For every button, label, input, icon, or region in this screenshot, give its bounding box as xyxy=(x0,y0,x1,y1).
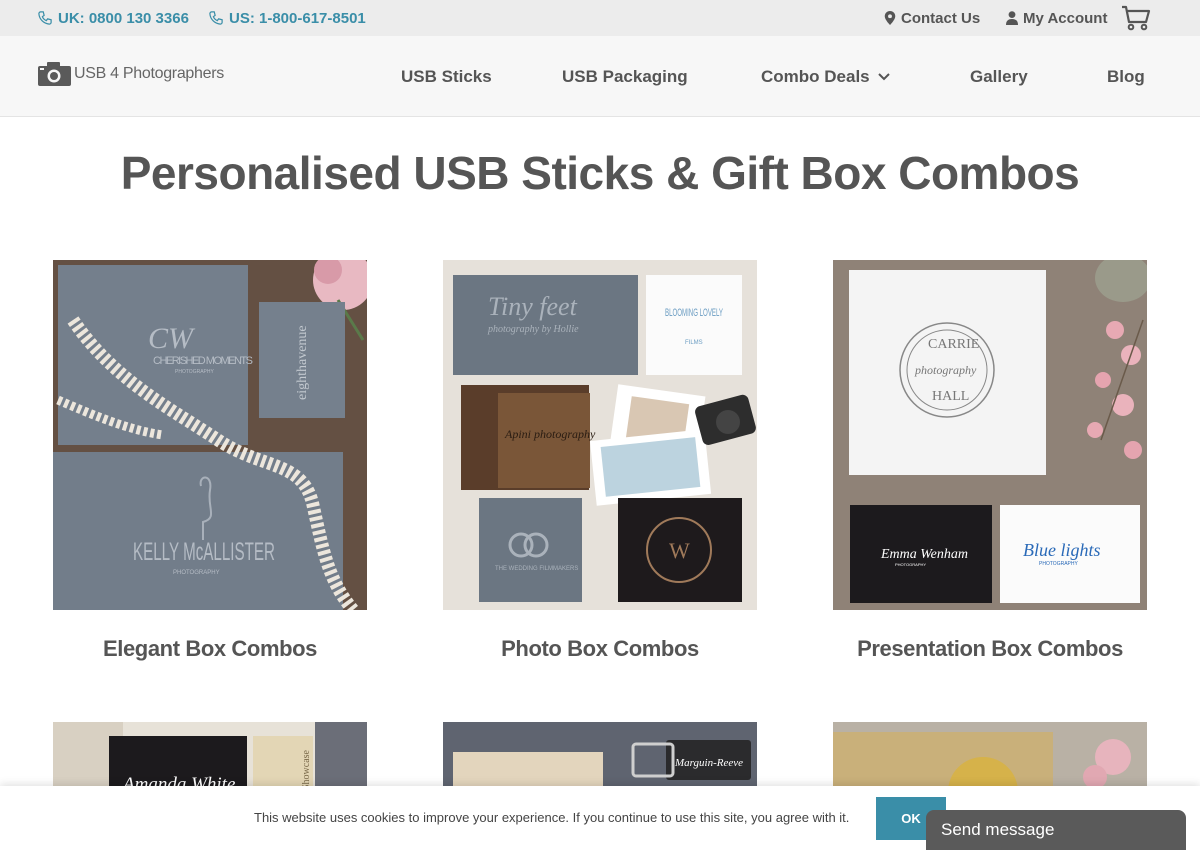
img-text-blue-lights: Blue lights xyxy=(1023,540,1101,560)
img-text-photography-4: PHOTOGRAPHY xyxy=(895,562,926,567)
img-text-marguin: Marguin-Reeve xyxy=(674,757,743,769)
my-account-link[interactable]: My Account xyxy=(1006,0,1107,36)
product-image-elegant[interactable]: CW CHERISHED MOMENTS PHOTOGRAPHY eightha… xyxy=(53,260,367,610)
phone-us-label: US: 1-800-617-8501 xyxy=(229,9,366,27)
phone-us-link[interactable]: US: 1-800-617-8501 xyxy=(209,0,366,36)
my-account-label: My Account xyxy=(1023,9,1108,27)
camera-icon xyxy=(38,62,71,86)
contact-us-label: Contact Us xyxy=(901,9,981,27)
img-text-carrie: CARRIE xyxy=(928,337,979,352)
phone-uk-label: UK: 0800 130 3366 xyxy=(58,9,189,27)
phone-icon xyxy=(38,11,52,25)
nav-combo-deals[interactable]: Combo Deals xyxy=(761,36,890,117)
img-text-hollie: photography by Hollie xyxy=(487,324,579,335)
page-title: Personalised USB Sticks & Gift Box Combo… xyxy=(120,147,1080,199)
product-card-photo[interactable]: Tiny feet photography by Hollie BLOOMING… xyxy=(443,260,757,662)
product-card-presentation[interactable]: CARRIE photography HALL Emma Wenham PHOT… xyxy=(833,260,1147,662)
nav-gallery[interactable]: Gallery xyxy=(970,36,1028,117)
img-text-photography-5: PHOTOGRAPHY xyxy=(1039,561,1078,567)
contact-us-link[interactable]: Contact Us xyxy=(884,0,980,36)
cookie-message: This website uses cookies to improve you… xyxy=(254,810,850,825)
product-label-photo[interactable]: Photo Box Combos xyxy=(443,636,757,662)
send-message-button[interactable]: Send message xyxy=(926,810,1186,850)
img-text-eighthavenue: eighthavenue xyxy=(295,325,310,400)
img-text-photography-2: PHOTOGRAPHY xyxy=(173,570,220,576)
img-text-apini: Apini photography xyxy=(504,427,596,441)
chevron-down-icon xyxy=(877,72,890,80)
product-label-elegant[interactable]: Elegant Box Combos xyxy=(53,636,367,662)
top-bar: UK: 0800 130 3366 US: 1-800-617-8501 Con… xyxy=(0,0,1200,36)
img-text-wedding-filmmakers: THE WEDDING FILMMAKERS xyxy=(495,566,578,572)
product-label-presentation[interactable]: Presentation Box Combos xyxy=(833,636,1147,662)
site-logo[interactable]: USB 4 Photographers xyxy=(38,61,224,86)
user-icon xyxy=(1006,11,1018,25)
img-text-hall: HALL xyxy=(932,389,969,404)
map-marker-icon xyxy=(884,11,896,25)
cart-icon[interactable] xyxy=(1121,5,1151,31)
phone-uk-link[interactable]: UK: 0800 130 3366 xyxy=(38,0,189,36)
img-text-showcase: Showcase xyxy=(301,749,312,790)
product-image-photo[interactable]: Tiny feet photography by Hollie BLOOMING… xyxy=(443,260,757,610)
logo-text: USB 4 Photographers xyxy=(74,64,224,82)
img-text-kelly: KELLY McALLISTER xyxy=(133,538,275,566)
img-text-blooming: BLOOMING LOVELY xyxy=(665,307,723,319)
nav-usb-packaging[interactable]: USB Packaging xyxy=(562,36,688,117)
img-text-emma: Emma Wenham xyxy=(880,547,968,562)
product-card-elegant[interactable]: CW CHERISHED MOMENTS PHOTOGRAPHY eightha… xyxy=(53,260,367,662)
img-text-films: FILMS xyxy=(685,340,703,346)
img-text-tiny-feet: Tiny feet xyxy=(488,292,578,321)
nav-usb-sticks[interactable]: USB Sticks xyxy=(401,36,492,117)
img-text-photography-3: photography xyxy=(914,363,977,377)
nav-combo-deals-label: Combo Deals xyxy=(761,66,870,86)
img-text-photography: PHOTOGRAPHY xyxy=(175,369,214,375)
img-text-w: W xyxy=(669,538,690,563)
nav-blog[interactable]: Blog xyxy=(1107,36,1145,117)
img-text-cw: CW xyxy=(148,322,196,355)
product-image-presentation[interactable]: CARRIE photography HALL Emma Wenham PHOT… xyxy=(833,260,1147,610)
site-header: USB 4 Photographers USB Sticks USB Packa… xyxy=(0,36,1200,117)
phone-icon xyxy=(209,11,223,25)
img-text-cherished: CHERISHED MOMENTS xyxy=(153,355,253,367)
